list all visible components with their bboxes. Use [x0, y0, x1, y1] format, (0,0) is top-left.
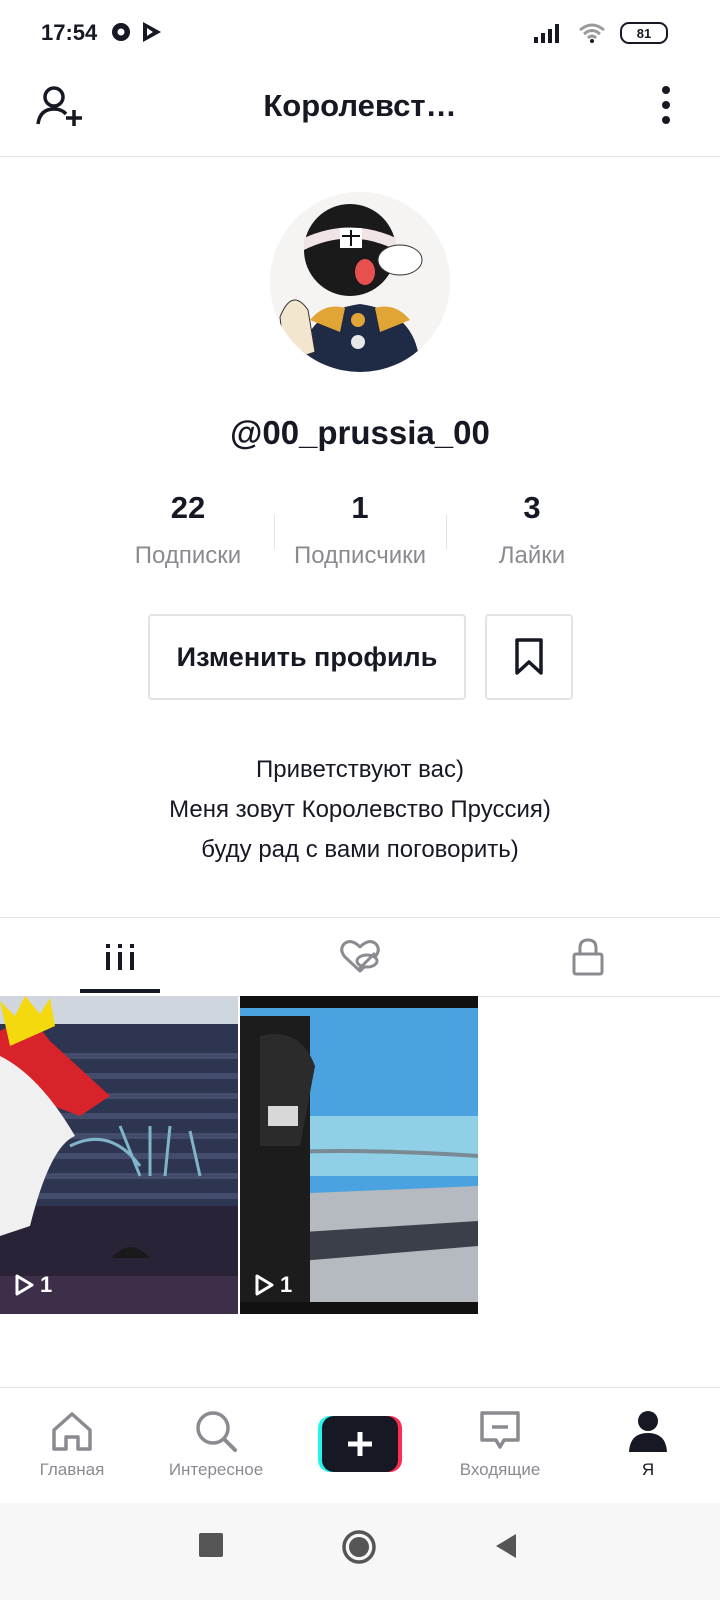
bio-line: Приветствуют вас) [256, 756, 464, 783]
profile-stats: 22 Подписки 1 Подписчики 3 Лайки [102, 490, 618, 570]
stat-following[interactable]: 22 Подписки [102, 490, 274, 570]
stat-likes[interactable]: 3 Лайки [446, 490, 618, 570]
nav-discover-label: Интересное [168, 1460, 264, 1479]
stat-followers-label: Подписчики [293, 542, 427, 569]
bio-line: Меня зовут Королевство Пруссия) [169, 796, 551, 823]
avatar-illustration [270, 192, 450, 372]
status-icons-left [110, 20, 164, 44]
nav-home[interactable]: Главная [2, 1388, 142, 1504]
play-icon [255, 1274, 274, 1296]
username: @00_prussia_00 [230, 414, 490, 451]
liked-hidden-icon [340, 940, 380, 973]
bookmark-icon [515, 638, 543, 675]
create-plus-icon [318, 1416, 402, 1472]
video-thumbnail-image [0, 996, 238, 1314]
play-icon [15, 1274, 34, 1296]
back-triangle-icon [496, 1534, 516, 1558]
play-store-icon [143, 22, 161, 42]
back-button[interactable] [494, 1533, 518, 1564]
nav-inbox[interactable]: Входящие [430, 1388, 570, 1504]
page-title: Королевст… [263, 88, 457, 123]
signal-icon [534, 24, 559, 43]
active-tab-indicator [80, 989, 160, 993]
stat-followers-count: 1 [351, 490, 369, 525]
view-count: 1 [254, 1272, 292, 1298]
status-icons-right: 81 [534, 22, 668, 44]
tab-videos[interactable] [40, 918, 200, 996]
profile-bio: Приветствуют вас) Меня зовут Королевство… [0, 750, 720, 870]
nav-profile[interactable]: Я [578, 1388, 718, 1504]
video-thumbnail-image [240, 996, 478, 1314]
home-icon [52, 1412, 92, 1451]
more-options-button[interactable] [654, 84, 678, 128]
videos-grid-icon [106, 944, 134, 970]
video-thumbnail[interactable]: 1 [0, 996, 238, 1314]
inbox-icon [480, 1411, 520, 1449]
stat-following-label: Подписки [134, 542, 242, 569]
avatar[interactable] [270, 192, 450, 372]
stat-followers[interactable]: 1 Подписчики [274, 490, 446, 570]
view-count-value: 1 [280, 1272, 293, 1297]
tab-private[interactable] [508, 918, 668, 996]
nav-profile-label: Я [641, 1460, 655, 1479]
recents-icon [199, 1533, 223, 1557]
create-video-button[interactable] [318, 1416, 402, 1472]
home-circle-icon [342, 1530, 376, 1564]
view-count: 1 [14, 1272, 52, 1298]
system-navigation-bar [0, 1503, 720, 1600]
video-thumbnail[interactable]: 1 [240, 996, 478, 1314]
battery-icon: 81 [620, 22, 668, 44]
stat-likes-label: Лайки [498, 542, 566, 569]
nav-home-label: Главная [39, 1460, 105, 1479]
edit-profile-button[interactable]: Изменить профиль [148, 614, 466, 700]
search-icon [196, 1411, 237, 1452]
wifi-icon [579, 23, 605, 43]
stat-following-count: 22 [170, 490, 206, 525]
nav-discover[interactable]: Интересное [146, 1388, 286, 1504]
nav-inbox-label: Входящие [459, 1460, 541, 1479]
status-time: 17:54 [41, 20, 98, 45]
notification-icon [112, 23, 130, 41]
home-system-button[interactable] [341, 1529, 377, 1570]
bio-line: буду рад с вами поговорить) [201, 836, 519, 863]
favorites-button[interactable] [485, 614, 573, 700]
private-lock-icon [572, 938, 604, 976]
profile-icon [629, 1411, 667, 1452]
more-vertical-icon [662, 86, 670, 124]
profile-tabs [0, 917, 720, 997]
view-count-value: 1 [40, 1272, 53, 1297]
recents-button[interactable] [199, 1533, 223, 1562]
stat-likes-count: 3 [523, 490, 541, 525]
tab-liked[interactable] [280, 918, 440, 996]
